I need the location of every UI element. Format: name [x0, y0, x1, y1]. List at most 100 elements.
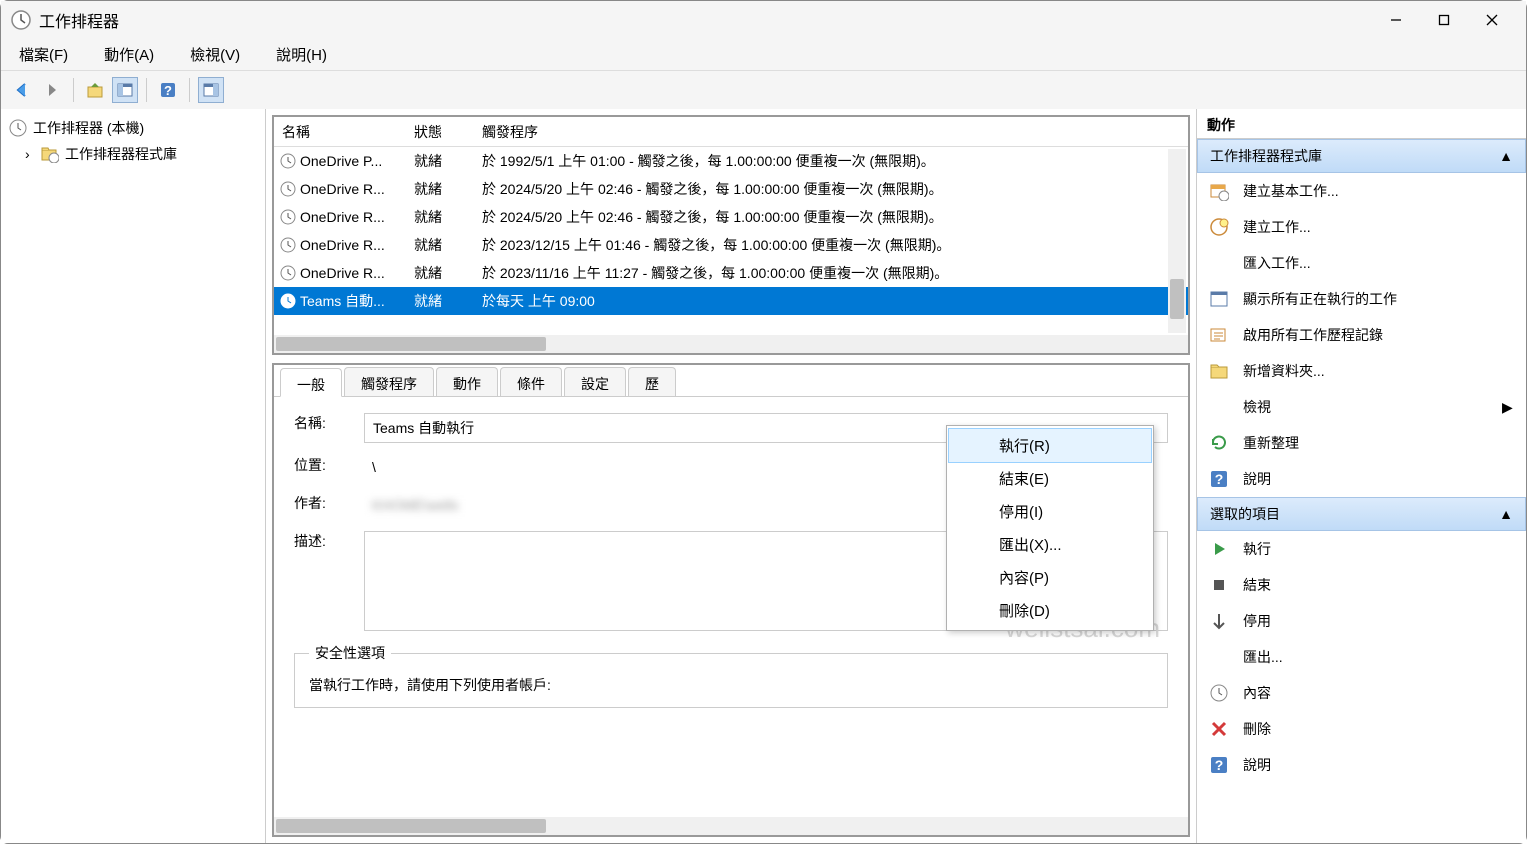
detail-horizontal-scrollbar[interactable] — [274, 817, 1188, 835]
action-create[interactable]: 建立工作... — [1197, 209, 1526, 245]
task-trigger: 於 1992/5/1 上午 01:00 - 觸發之後，每 1.00:00:00 … — [482, 151, 1188, 171]
menu-view[interactable]: 檢視(V) — [184, 40, 246, 69]
tab-triggers[interactable]: 觸發程序 — [344, 367, 434, 396]
action-export[interactable]: 匯出... — [1197, 639, 1526, 675]
tree-root[interactable]: 工作排程器 (本機) — [5, 115, 261, 141]
action-label: 建立基本工作... — [1243, 181, 1514, 201]
action-import[interactable]: 匯入工作... — [1197, 245, 1526, 281]
import-icon — [1209, 253, 1229, 273]
help-icon: ? — [1209, 469, 1229, 489]
security-legend: 安全性選項 — [309, 643, 391, 663]
export-icon — [1209, 647, 1229, 667]
action-running[interactable]: 顯示所有正在執行的工作 — [1197, 281, 1526, 317]
minimize-button[interactable] — [1372, 4, 1420, 36]
action-group-library[interactable]: 工作排程器程式庫 ▲ — [1197, 139, 1526, 173]
action-disable[interactable]: 停用 — [1197, 603, 1526, 639]
menu-action[interactable]: 動作(A) — [98, 40, 160, 69]
context-properties[interactable]: 內容(P) — [949, 561, 1151, 594]
up-button[interactable] — [82, 77, 108, 103]
context-export[interactable]: 匯出(X)... — [949, 528, 1151, 561]
action-label: 匯入工作... — [1243, 253, 1514, 273]
label-location: 位置: — [294, 455, 364, 475]
collapse-icon: ▲ — [1499, 506, 1513, 522]
menu-help[interactable]: 說明(H) — [270, 40, 333, 69]
tab-history[interactable]: 歷 — [628, 367, 676, 396]
clock-icon — [11, 10, 31, 30]
column-trigger[interactable]: 觸發程序 — [482, 122, 1188, 142]
horizontal-scrollbar[interactable] — [274, 335, 1188, 353]
tab-actions[interactable]: 動作 — [436, 367, 498, 396]
action-create-basic[interactable]: 建立基本工作... — [1197, 173, 1526, 209]
task-row[interactable]: OneDrive R...就緒於 2023/12/15 上午 01:46 - 觸… — [274, 231, 1188, 259]
security-text: 當執行工作時，請使用下列使用者帳戶: — [309, 675, 1153, 695]
action-group-selected[interactable]: 選取的項目 ▲ — [1197, 497, 1526, 531]
history-icon — [1209, 325, 1229, 345]
tab-general[interactable]: 一般 — [280, 368, 342, 397]
task-trigger: 於 2023/12/15 上午 01:46 - 觸發之後，每 1.00:00:0… — [482, 235, 1188, 255]
collapse-icon: ▲ — [1499, 148, 1513, 164]
forward-button[interactable] — [39, 77, 65, 103]
clock-icon — [280, 209, 296, 225]
task-row[interactable]: Teams 自動... 就緒於每天 上午 09:00 — [274, 287, 1188, 315]
task-status: 就緒 — [414, 291, 482, 311]
tree-library[interactable]: › 工作排程器程式庫 — [5, 141, 261, 167]
svg-text:?: ? — [164, 83, 172, 98]
action-group-label: 選取的項目 — [1210, 504, 1280, 524]
context-disable[interactable]: 停用(I) — [949, 495, 1151, 528]
maximize-button[interactable] — [1420, 4, 1468, 36]
help-button[interactable]: ? — [155, 77, 181, 103]
column-name[interactable]: 名稱 — [274, 122, 414, 142]
delete-icon — [1209, 719, 1229, 739]
svg-text:?: ? — [1215, 471, 1224, 487]
action-delete[interactable]: 刪除 — [1197, 711, 1526, 747]
actions-pane: 動作 工作排程器程式庫 ▲ 建立基本工作... 建立工作... 匯入工作... 顯示所… — [1196, 109, 1526, 843]
action-end[interactable]: 結束 — [1197, 567, 1526, 603]
task-name: OneDrive R... — [300, 237, 385, 253]
task-status: 就緒 — [414, 263, 482, 283]
tab-conditions[interactable]: 條件 — [500, 367, 562, 396]
detail-tabs: 一般 觸發程序 動作 條件 設定 歷 — [274, 365, 1188, 397]
security-fieldset: 安全性選項 當執行工作時，請使用下列使用者帳戶: — [294, 643, 1168, 708]
window-title: 工作排程器 — [39, 8, 1372, 32]
close-button[interactable] — [1468, 4, 1516, 36]
task-name: Teams 自動... — [300, 291, 385, 311]
action-properties[interactable]: 內容 — [1197, 675, 1526, 711]
action-label: 建立工作... — [1243, 217, 1514, 237]
context-run[interactable]: 執行(R) — [948, 428, 1152, 463]
context-end[interactable]: 結束(E) — [949, 462, 1151, 495]
pane-button[interactable] — [112, 77, 138, 103]
action-help[interactable]: ?說明 — [1197, 461, 1526, 497]
separator — [73, 78, 74, 102]
vertical-scrollbar[interactable] — [1168, 149, 1186, 333]
separator — [146, 78, 147, 102]
tab-settings[interactable]: 設定 — [564, 367, 626, 396]
task-trigger: 於每天 上午 09:00 — [482, 291, 1188, 311]
actions-header: 動作 — [1197, 109, 1526, 139]
action-run[interactable]: 執行 — [1197, 531, 1526, 567]
back-button[interactable] — [9, 77, 35, 103]
action-history[interactable]: 啟用所有工作歷程記錄 — [1197, 317, 1526, 353]
clock-icon — [280, 181, 296, 197]
label-name: 名稱: — [294, 413, 364, 433]
center-pane: 名稱 狀態 觸發程序 OneDrive P...就緒於 1992/5/1 上午 … — [266, 109, 1196, 843]
tree-library-label: 工作排程器程式庫 — [65, 144, 177, 164]
task-row[interactable]: OneDrive P...就緒於 1992/5/1 上午 01:00 - 觸發之… — [274, 147, 1188, 175]
task-row[interactable]: OneDrive R...就緒於 2024/5/20 上午 02:46 - 觸發… — [274, 175, 1188, 203]
end-icon — [1209, 575, 1229, 595]
menu-file[interactable]: 檔案(F) — [13, 40, 74, 69]
disable-icon — [1209, 611, 1229, 631]
running-icon — [1209, 289, 1229, 309]
action-folder[interactable]: 新增資料夾... — [1197, 353, 1526, 389]
task-name: OneDrive P... — [300, 153, 382, 169]
context-delete[interactable]: 刪除(D) — [949, 594, 1151, 627]
clock-icon — [280, 153, 296, 169]
action-view[interactable]: 檢視▶ — [1197, 389, 1526, 425]
task-name: OneDrive R... — [300, 181, 385, 197]
task-row[interactable]: OneDrive R...就緒於 2024/5/20 上午 02:46 - 觸發… — [274, 203, 1188, 231]
task-row[interactable]: OneDrive R...就緒於 2023/11/16 上午 11:27 - 觸… — [274, 259, 1188, 287]
action-help2[interactable]: ?說明 — [1197, 747, 1526, 783]
action-refresh[interactable]: 重新整理 — [1197, 425, 1526, 461]
column-status[interactable]: 狀態 — [414, 122, 482, 142]
separator — [189, 78, 190, 102]
actions-pane-button[interactable] — [198, 77, 224, 103]
